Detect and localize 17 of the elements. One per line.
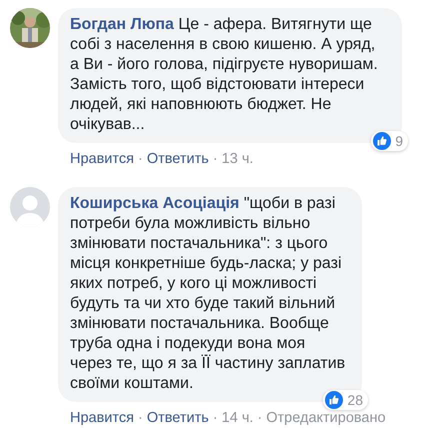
meta-text: 14 ч. bbox=[222, 410, 254, 426]
separator-dot: · bbox=[212, 151, 219, 167]
author-link[interactable]: Коширська Асоціація bbox=[70, 194, 240, 212]
separator-dot: · bbox=[136, 410, 144, 426]
separator-dot: · bbox=[212, 410, 219, 426]
action-link[interactable]: Нравится bbox=[70, 410, 134, 426]
separator-dot: · bbox=[256, 410, 264, 426]
action-link[interactable]: Ответить bbox=[146, 410, 209, 426]
author-link[interactable]: Богдан Люпа bbox=[70, 16, 174, 33]
like-icon bbox=[373, 132, 392, 150]
action-link[interactable]: Нравится bbox=[70, 151, 134, 167]
avatar-icon[interactable] bbox=[10, 186, 50, 227]
meta-text: 13 ч. bbox=[222, 151, 254, 167]
action-link[interactable]: Ответить bbox=[146, 151, 209, 167]
like-icon bbox=[325, 390, 344, 409]
meta-text: Отредактировано bbox=[266, 410, 386, 426]
separator-dot: · bbox=[136, 151, 144, 167]
